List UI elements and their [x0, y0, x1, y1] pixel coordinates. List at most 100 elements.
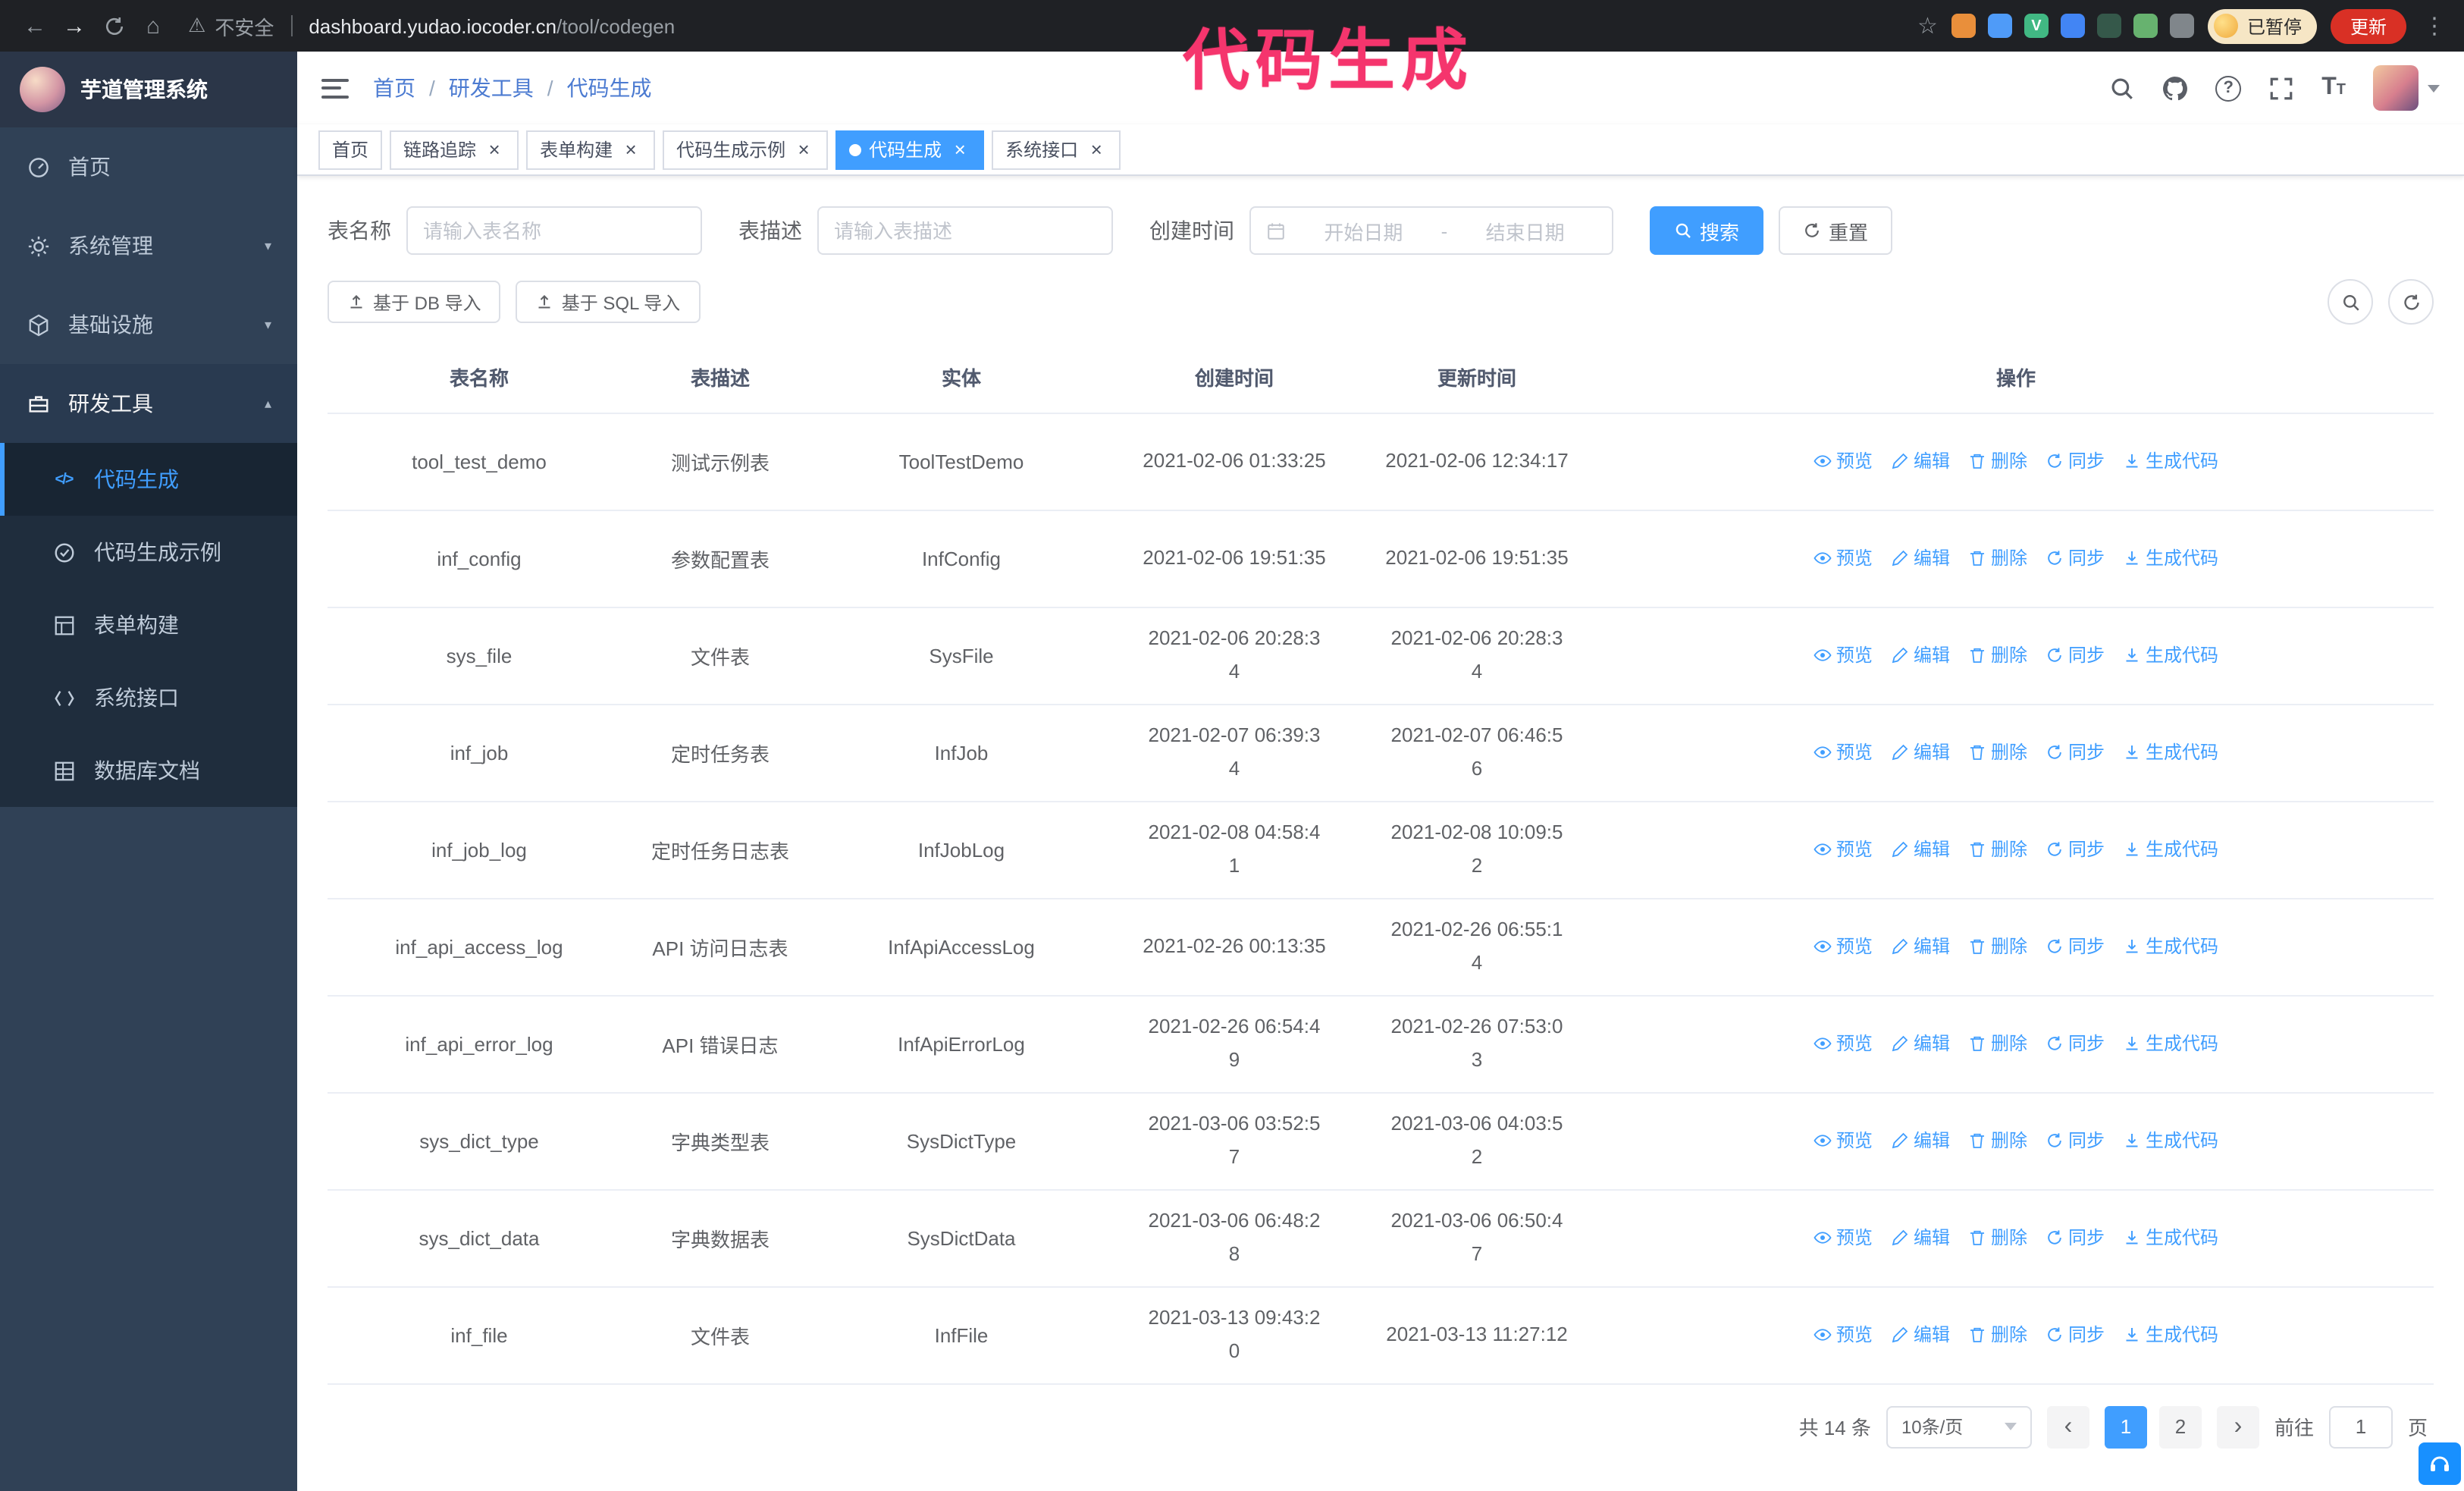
sync-link[interactable]: 同步: [2045, 1128, 2105, 1154]
help-icon[interactable]: ?: [2215, 75, 2242, 101]
extension-icon[interactable]: [1987, 14, 2012, 38]
forward-icon[interactable]: →: [55, 6, 94, 46]
preview-link[interactable]: 预览: [1814, 448, 1873, 474]
tab-close-icon[interactable]: ×: [620, 139, 641, 160]
tab-2[interactable]: 表单构建 ×: [526, 130, 656, 169]
extension-icon[interactable]: V: [2024, 14, 2049, 38]
delete-link[interactable]: 删除: [1968, 545, 2027, 571]
extension-icon[interactable]: [2169, 14, 2194, 38]
import-db-button[interactable]: 基于 DB 导入: [328, 281, 501, 323]
service-float-button[interactable]: [2419, 1442, 2461, 1485]
delete-link[interactable]: 删除: [1968, 642, 2027, 668]
app-logo[interactable]: 芋道管理系统: [0, 52, 297, 127]
delete-link[interactable]: 删除: [1968, 739, 2027, 765]
generate-code-link[interactable]: 生成代码: [2123, 545, 2218, 571]
tab-close-icon[interactable]: ×: [793, 139, 814, 160]
sync-link[interactable]: 同步: [2045, 545, 2105, 571]
table-name-input[interactable]: [406, 206, 702, 255]
delete-link[interactable]: 删除: [1968, 1322, 2027, 1348]
browser-update-button[interactable]: 更新: [2330, 8, 2406, 43]
edit-link[interactable]: 编辑: [1891, 545, 1950, 571]
generate-code-link[interactable]: 生成代码: [2123, 739, 2218, 765]
edit-link[interactable]: 编辑: [1891, 1322, 1950, 1348]
preview-link[interactable]: 预览: [1814, 837, 1873, 862]
fullscreen-icon[interactable]: [2268, 75, 2294, 101]
generate-code-link[interactable]: 生成代码: [2123, 837, 2218, 862]
user-avatar-dropdown[interactable]: [2373, 65, 2440, 111]
delete-link[interactable]: 删除: [1968, 1128, 2027, 1154]
extension-icon[interactable]: [2133, 14, 2158, 38]
edit-link[interactable]: 编辑: [1891, 1031, 1950, 1056]
generate-code-link[interactable]: 生成代码: [2123, 1322, 2218, 1348]
sidebar-toggle-icon[interactable]: [321, 78, 349, 98]
tab-close-icon[interactable]: ×: [1086, 139, 1107, 160]
extension-icon[interactable]: [2060, 14, 2085, 38]
preview-link[interactable]: 预览: [1814, 934, 1873, 959]
back-icon[interactable]: ←: [15, 6, 55, 46]
font-size-icon[interactable]: TT: [2321, 75, 2346, 100]
tab-5[interactable]: 系统接口 ×: [992, 130, 1121, 169]
sync-link[interactable]: 同步: [2045, 1031, 2105, 1056]
tab-0[interactable]: 首页: [318, 130, 383, 169]
tab-close-icon[interactable]: ×: [949, 139, 970, 160]
import-sql-button[interactable]: 基于 SQL 导入: [516, 281, 701, 323]
generate-code-link[interactable]: 生成代码: [2123, 1031, 2218, 1056]
sidebar-subitem-codegen-example[interactable]: 代码生成示例: [0, 516, 297, 589]
tab-1[interactable]: 链路追踪 ×: [390, 130, 519, 169]
sidebar-item-home[interactable]: 首页: [0, 127, 297, 206]
generate-code-link[interactable]: 生成代码: [2123, 642, 2218, 668]
edit-link[interactable]: 编辑: [1891, 448, 1950, 474]
sync-link[interactable]: 同步: [2045, 837, 2105, 862]
tab-3[interactable]: 代码生成示例 ×: [663, 130, 829, 169]
sidebar-subitem-codegen[interactable]: </> 代码生成: [0, 443, 297, 516]
sidebar-subitem-db-doc[interactable]: 数据库文档: [0, 734, 297, 807]
extension-icon[interactable]: [2096, 14, 2121, 38]
reload-icon[interactable]: [94, 6, 133, 46]
sidebar-subitem-form-builder[interactable]: 表单构建: [0, 589, 297, 661]
sync-link[interactable]: 同步: [2045, 642, 2105, 668]
edit-link[interactable]: 编辑: [1891, 642, 1950, 668]
sidebar-subitem-system-api[interactable]: 系统接口: [0, 661, 297, 734]
sync-link[interactable]: 同步: [2045, 448, 2105, 474]
preview-link[interactable]: 预览: [1814, 545, 1873, 571]
table-desc-input[interactable]: [817, 206, 1113, 255]
preview-link[interactable]: 预览: [1814, 1031, 1873, 1056]
generate-code-link[interactable]: 生成代码: [2123, 1128, 2218, 1154]
delete-link[interactable]: 删除: [1968, 1031, 2027, 1056]
delete-link[interactable]: 删除: [1968, 1225, 2027, 1251]
breadcrumb-item[interactable]: 首页: [373, 73, 415, 103]
browser-menu-icon[interactable]: ⋮: [2420, 12, 2449, 39]
sidebar-item-system-management[interactable]: 系统管理 ▾: [0, 206, 297, 285]
toggle-search-button[interactable]: [2328, 279, 2373, 325]
search-icon[interactable]: [2109, 75, 2135, 101]
next-page-button[interactable]: ›: [2216, 1405, 2259, 1448]
sync-link[interactable]: 同步: [2045, 1225, 2105, 1251]
generate-code-link[interactable]: 生成代码: [2123, 448, 2218, 474]
edit-link[interactable]: 编辑: [1891, 837, 1950, 862]
preview-link[interactable]: 预览: [1814, 739, 1873, 765]
sidebar-item-dev-tools[interactable]: 研发工具 ▴: [0, 364, 297, 443]
address-bar[interactable]: ⚠ 不安全 dashboard.yudao.iocoder.cn/tool/co…: [188, 11, 675, 40]
sync-link[interactable]: 同步: [2045, 934, 2105, 959]
preview-link[interactable]: 预览: [1814, 642, 1873, 668]
delete-link[interactable]: 删除: [1968, 934, 2027, 959]
create-time-range-picker[interactable]: 开始日期 - 结束日期: [1249, 206, 1613, 255]
home-icon[interactable]: ⌂: [133, 6, 173, 46]
prev-page-button[interactable]: ‹: [2046, 1405, 2089, 1448]
sync-link[interactable]: 同步: [2045, 1322, 2105, 1348]
breadcrumb-item[interactable]: 研发工具: [449, 73, 534, 103]
preview-link[interactable]: 预览: [1814, 1225, 1873, 1251]
search-button[interactable]: 搜索: [1650, 206, 1764, 255]
sidebar-item-infrastructure[interactable]: 基础设施 ▾: [0, 285, 297, 364]
extension-icon[interactable]: [1951, 14, 1976, 38]
generate-code-link[interactable]: 生成代码: [2123, 934, 2218, 959]
reset-button[interactable]: 重置: [1779, 206, 1893, 255]
page-number[interactable]: 1: [2104, 1405, 2147, 1448]
edit-link[interactable]: 编辑: [1891, 934, 1950, 959]
page-number[interactable]: 2: [2158, 1405, 2202, 1448]
generate-code-link[interactable]: 生成代码: [2123, 1225, 2218, 1251]
page-size-select[interactable]: 10条/页: [1886, 1405, 2032, 1448]
bookmark-star-icon[interactable]: ☆: [1917, 12, 1938, 39]
delete-link[interactable]: 删除: [1968, 448, 2027, 474]
delete-link[interactable]: 删除: [1968, 837, 2027, 862]
